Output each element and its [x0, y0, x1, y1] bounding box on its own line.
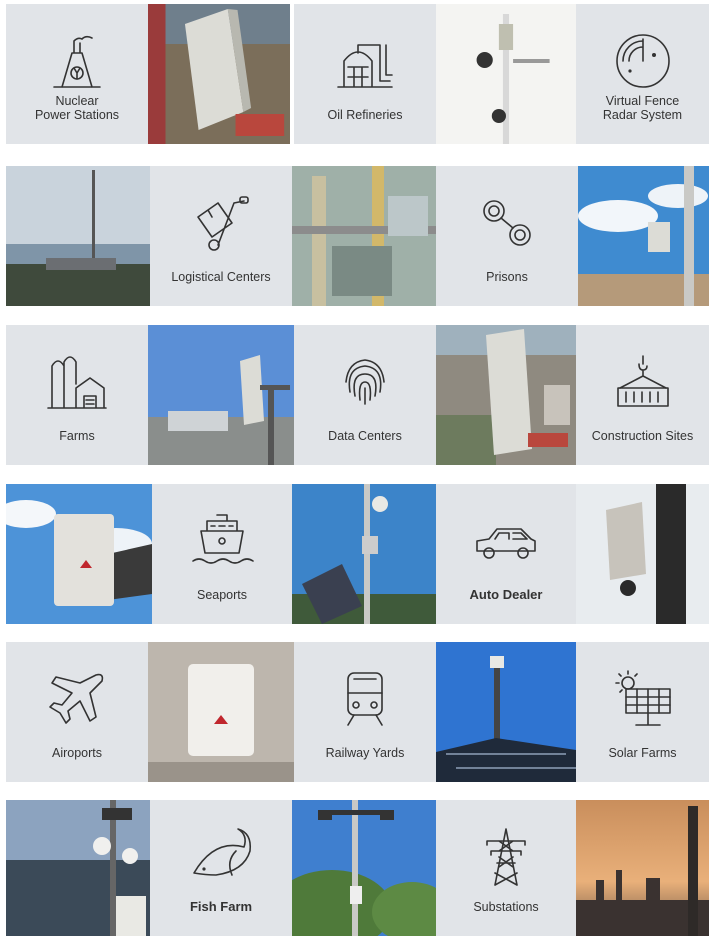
- tile-data-centers: Data Centers: [294, 325, 436, 465]
- photo-radar-on-pole-sky: [578, 166, 709, 306]
- nuclear-plant-icon: [42, 30, 112, 92]
- tile-fish-farm: Fish Farm: [150, 800, 292, 936]
- tile-oil-refineries: Oil Refineries: [294, 4, 436, 144]
- photo-radar-on-tower: [576, 484, 709, 624]
- solar-panel-icon: [608, 668, 678, 730]
- photo-camera-pole: [436, 4, 578, 144]
- tile-label: Construction Sites: [591, 429, 694, 443]
- crane-container-icon: [608, 351, 678, 413]
- tile-railway-yards: Railway Yards: [294, 642, 436, 782]
- tile-label: Oil Refineries: [327, 108, 403, 122]
- tile-virtual-fence-radar: Virtual Fence Radar System: [576, 4, 709, 144]
- fish-icon: [186, 826, 256, 888]
- handcuffs-icon: [472, 192, 542, 254]
- tile-construction-sites: Construction Sites: [576, 325, 709, 465]
- photo-refinery-structure: [292, 166, 436, 306]
- tile-label: Railway Yards: [325, 746, 405, 760]
- photo-radar-on-roof: [436, 325, 576, 465]
- photo-radar-logo-sky: [6, 484, 152, 624]
- oil-refinery-icon: [330, 30, 400, 92]
- airplane-icon: [42, 668, 112, 730]
- radar-icon: [608, 30, 678, 92]
- ship-icon: [187, 510, 257, 572]
- tile-solar-farms: Solar Farms: [576, 642, 709, 782]
- barn-silo-icon: [42, 351, 112, 413]
- train-icon: [330, 668, 400, 730]
- tile-label: Auto Dealer: [469, 587, 543, 602]
- tile-substations: Substations: [436, 800, 576, 936]
- tile-label: Farms: [59, 429, 95, 443]
- tile-label: Fish Farm: [189, 899, 253, 914]
- tile-label: Nuclear Power Stations: [34, 94, 120, 122]
- photo-pole-solar-panel: [292, 484, 436, 624]
- tile-label: Seaports: [196, 588, 248, 602]
- tile-prisons: Prisons: [436, 166, 578, 306]
- photo-camera-solar-farm: [436, 642, 576, 782]
- photo-lamp-post-camera: [292, 800, 436, 936]
- car-icon: [471, 510, 541, 572]
- photo-radar-logo-wall: [148, 642, 294, 782]
- tile-farms: Farms: [6, 325, 148, 465]
- hand-truck-icon: [186, 192, 256, 254]
- tile-seaports: Seaports: [152, 484, 292, 624]
- photo-cameras-fish-farm: [6, 800, 150, 936]
- tile-nuclear-power-stations: Nuclear Power Stations: [6, 4, 148, 144]
- photo-port-lake: [6, 166, 150, 306]
- tile-label: Data Centers: [328, 429, 402, 443]
- tile-label: Logistical Centers: [171, 270, 271, 284]
- tile-logistical-centers: Logistical Centers: [150, 166, 292, 306]
- tile-label: Prisons: [486, 270, 528, 284]
- tile-label: Airoports: [51, 746, 103, 760]
- photo-radar-over-city: [148, 325, 294, 465]
- tile-auto-dealer: Auto Dealer: [436, 484, 576, 624]
- tile-label: Substations: [473, 900, 539, 914]
- photo-radar-on-building: [148, 4, 290, 144]
- tile-label: Virtual Fence Radar System: [602, 94, 683, 122]
- tile-label: Solar Farms: [608, 746, 677, 760]
- power-tower-icon: [471, 826, 541, 888]
- fingerprint-icon: [330, 351, 400, 413]
- photo-refinery-sunset: [576, 800, 709, 936]
- tile-airoports: Airoports: [6, 642, 148, 782]
